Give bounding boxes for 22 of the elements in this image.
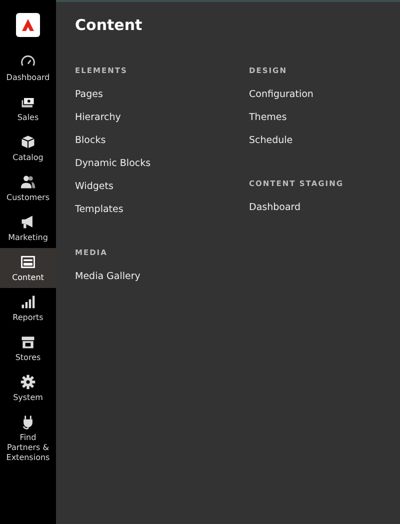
sidebar-item[interactable]: Marketing [0,208,56,248]
menu-link[interactable]: Dynamic Blocks [75,157,249,171]
sidebar-item[interactable]: Reports [0,288,56,328]
menu-link[interactable]: Hierarchy [75,111,249,125]
menu-link[interactable]: Configuration [249,88,400,102]
panel-title: Content [75,15,144,35]
sidebar-item[interactable]: Catalog [0,128,56,168]
sidebar-item[interactable]: Customers [0,168,56,208]
sidebar-item[interactable]: Stores [0,328,56,368]
menu-link[interactable]: Dashboard [249,201,400,215]
menu-link[interactable]: Media Gallery [75,270,249,284]
sidebar-item[interactable]: Content [0,248,56,288]
menu-link[interactable]: Blocks [75,134,249,148]
sidebar-item[interactable]: System [0,368,56,408]
sidebar-item[interactable]: Find Partners & Extensions [0,408,56,468]
menu-link[interactable]: Themes [249,111,400,125]
sidebar-item[interactable]: Dashboard [0,48,56,88]
menu-link[interactable]: Schedule [249,134,400,148]
sidebar-item[interactable]: Sales [0,88,56,128]
menu-link[interactable]: Pages [75,88,249,102]
menu-link[interactable]: Widgets [75,180,249,194]
menu-link[interactable]: Templates [75,203,249,217]
